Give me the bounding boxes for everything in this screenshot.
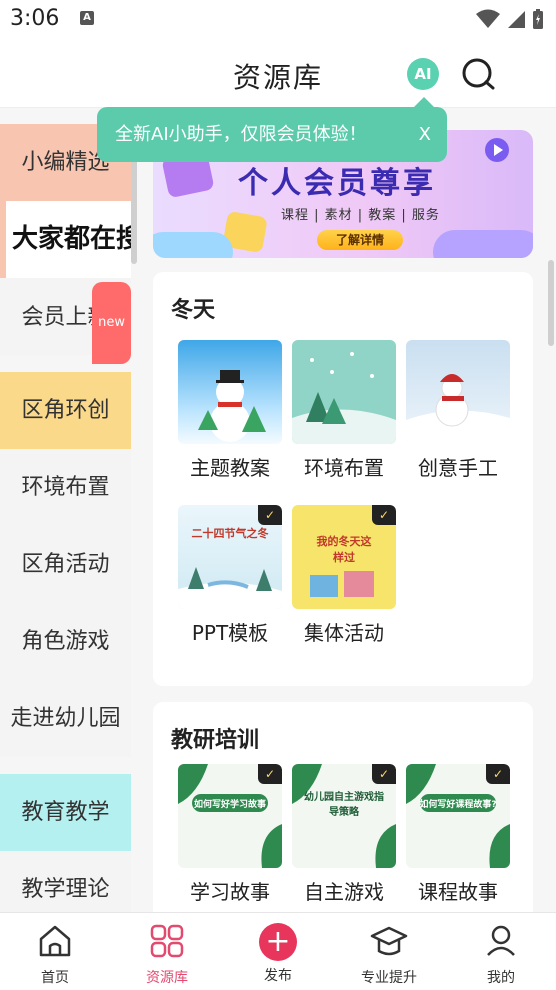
sidebar-item-label: 教育教学 xyxy=(21,800,110,825)
tab-library[interactable]: 资源库 xyxy=(117,921,217,987)
status-time: 3:06 xyxy=(10,6,60,31)
ppt-thumbnail: 二十四节气之冬 ✓ xyxy=(178,505,282,609)
tab-me[interactable]: 我的 xyxy=(451,921,551,987)
sidebar-item-label: 走进幼儿园 xyxy=(10,706,121,731)
vip-badge: ✓ xyxy=(258,505,282,525)
snowman-photo-thumbnail xyxy=(406,340,510,444)
tooltip-close-button[interactable]: X xyxy=(419,107,431,162)
course-thumbnail: 如何写好学习故事 ✓ xyxy=(178,764,282,868)
thumbnail-caption: 幼儿园自主游戏指导策略 xyxy=(304,792,384,818)
grid-icon xyxy=(150,924,184,958)
tab-home[interactable]: 首页 xyxy=(5,921,105,987)
tile-self-play[interactable]: 幼儿园自主游戏指导策略 ✓ 自主游戏 xyxy=(292,764,396,905)
tile-label: 学习故事 xyxy=(190,880,270,904)
banner-details-button[interactable]: 了解详情 xyxy=(317,230,403,250)
tree-icon xyxy=(292,352,396,444)
sidebar-item-corner-activity[interactable]: 区角活动 xyxy=(0,526,131,603)
snowman-thumbnail xyxy=(178,340,282,444)
bottom-tab-bar: 首页 资源库 + 发布 专业提升 我的 xyxy=(0,912,556,990)
tile-environment[interactable]: 环境布置 xyxy=(292,340,396,481)
banner-cloud-decoration xyxy=(433,230,533,258)
vip-badge: ✓ xyxy=(486,764,510,784)
sidebar-item-trending[interactable]: 大家都在搜 xyxy=(0,201,131,278)
section-title: 冬天 xyxy=(171,298,216,323)
wifi-icon xyxy=(476,9,500,28)
play-icon xyxy=(485,138,509,162)
section-card-winter: 冬天 主题教案 环境布置 创意手工 二十四节气之冬 ✓ PPT模板 我的冬天这样… xyxy=(153,272,533,686)
new-badge: new xyxy=(92,282,131,364)
tile-group-activity[interactable]: 我的冬天这样过 ✓ 集体活动 xyxy=(292,505,396,646)
sidebar-item-label: 环境布置 xyxy=(21,475,110,500)
tooltip-arrow xyxy=(414,97,434,107)
search-icon[interactable] xyxy=(460,56,496,92)
vip-badge: ✓ xyxy=(372,505,396,525)
thumbnail-caption: 如何写好课程故事? xyxy=(419,800,497,810)
snowman-icon xyxy=(198,370,266,442)
signal-icon xyxy=(508,11,525,28)
sidebar-item-theory[interactable]: 教学理论 xyxy=(0,851,131,912)
graduation-cap-icon xyxy=(370,926,408,956)
sidebar-item-label: 教学理论 xyxy=(21,877,110,902)
tile-label: 课程故事 xyxy=(418,880,498,904)
tile-craft[interactable]: 创意手工 xyxy=(406,340,510,481)
publish-button[interactable]: + xyxy=(259,923,297,961)
tile-label: 主题教案 xyxy=(190,456,270,480)
tile-learning-story[interactable]: 如何写好学习故事 ✓ 学习故事 xyxy=(178,764,282,905)
status-bar: 3:06 A xyxy=(0,0,556,40)
section-title: 教研培训 xyxy=(171,728,260,753)
sidebar-item-label: 角色游戏 xyxy=(21,629,110,654)
activity-thumbnail: 我的冬天这样过 ✓ xyxy=(292,505,396,609)
thumbnail-caption: 如何写好学习故事 xyxy=(193,800,266,810)
tab-label: 首页 xyxy=(41,970,69,986)
ai-assistant-button[interactable]: AI xyxy=(407,58,439,90)
content-panel: 个人会员尊享 课程 | 素材 | 教案 | 服务 了解详情 冬天 主题教案 环境… xyxy=(153,124,533,912)
sidebar-item-education[interactable]: 教育教学 xyxy=(0,774,131,851)
banner-title: 个人会员尊享 xyxy=(238,166,436,201)
vip-badge: ✓ xyxy=(258,764,282,784)
tile-label: 环境布置 xyxy=(304,456,384,480)
user-icon xyxy=(487,925,515,956)
app-screen: 3:06 A 资源库 AI 小编精选 大家都在搜 会员上新 new 区角环创 环… xyxy=(0,0,556,990)
sidebar-item-role-play[interactable]: 角色游戏 xyxy=(0,603,131,680)
banner-subtitle: 课程 | 素材 | 教案 | 服务 xyxy=(281,208,440,223)
app-header: 资源库 AI xyxy=(0,40,556,108)
sidebar-item-kindergarten[interactable]: 走进幼儿园 xyxy=(0,680,131,757)
tile-ppt-template[interactable]: 二十四节气之冬 ✓ PPT模板 xyxy=(178,505,282,646)
sidebar-item-label: 大家都在搜 xyxy=(12,224,131,254)
banner-cloud-decoration xyxy=(153,232,233,258)
snowman-photo-icon xyxy=(406,374,510,444)
tab-pro[interactable]: 专业提升 xyxy=(339,921,439,987)
tile-course-story[interactable]: 如何写好课程故事? ✓ 课程故事 xyxy=(406,764,510,905)
tooltip-text: 全新AI小助手，仅限会员体验！ xyxy=(115,124,367,145)
publish-label: 发布 xyxy=(264,968,292,984)
section-card-research: 教研培训 如何写好学习故事 ✓ 学习故事 幼儿园自主游戏指导策略 ✓ 自主游戏 … xyxy=(153,702,533,912)
tile-theme-lesson[interactable]: 主题教案 xyxy=(178,340,282,481)
course-thumbnail: 如何写好课程故事? ✓ xyxy=(406,764,510,868)
course-thumbnail: 幼儿园自主游戏指导策略 ✓ xyxy=(292,764,396,868)
tab-label: 我的 xyxy=(487,970,515,986)
sidebar-item-label: 区角活动 xyxy=(21,552,110,577)
tile-label: PPT模板 xyxy=(191,621,269,645)
tab-label: 专业提升 xyxy=(361,970,417,986)
tile-label: 自主游戏 xyxy=(304,880,384,904)
sidebar-item-corner-env[interactable]: 区角环创 xyxy=(0,372,131,449)
category-sidebar: 小编精选 大家都在搜 会员上新 new 区角环创 环境布置 区角活动 角色游戏 … xyxy=(0,124,131,912)
system-icons xyxy=(476,8,544,30)
notification-icon: A xyxy=(80,11,94,25)
battery-icon xyxy=(533,9,543,29)
home-icon xyxy=(39,925,71,957)
ai-promo-tooltip[interactable]: 全新AI小助手，仅限会员体验！ X xyxy=(97,97,447,162)
sidebar-item-member-new[interactable]: 会员上新 new xyxy=(0,278,131,364)
sidebar-item-label: 区角环创 xyxy=(21,398,110,423)
tile-label: 创意手工 xyxy=(418,456,498,480)
sidebar-item-environment[interactable]: 环境布置 xyxy=(0,449,131,526)
vip-badge: ✓ xyxy=(372,764,396,784)
snow-trees-thumbnail xyxy=(292,340,396,444)
tab-label: 资源库 xyxy=(146,970,188,986)
tile-label: 集体活动 xyxy=(304,621,384,645)
content-scrollbar[interactable] xyxy=(548,260,554,346)
